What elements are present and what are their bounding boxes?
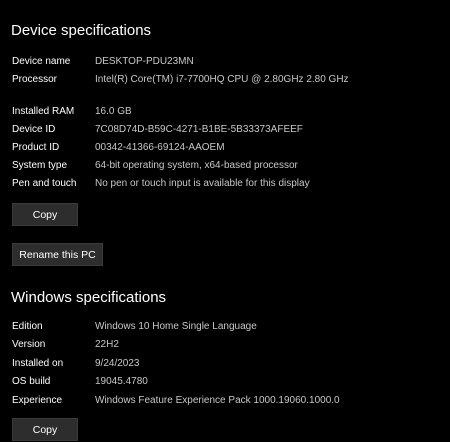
spec-value: Windows 10 Home Single Language [95,321,257,332]
spec-value: Intel(R) Core(TM) i7-7700HQ CPU @ 2.80GH… [95,74,349,85]
spec-label: OS build [12,376,51,387]
spec-value: 00342-41366-69124-AAOEM [95,142,225,153]
spec-value: 7C08D74D-B59C-4271-B1BE-5B33373AFEEF [95,124,303,135]
spec-label: Product ID [12,142,60,153]
copy-device-specs-button[interactable]: Copy [12,203,78,226]
rename-pc-button[interactable]: Rename this PC [12,243,103,266]
device-specifications-heading: Device specifications [11,22,152,39]
spec-label: Pen and touch [12,178,77,189]
spec-label: Version [12,339,46,350]
spec-value: Windows Feature Experience Pack 1000.190… [95,395,340,406]
spec-label: Device ID [12,124,56,135]
spec-label: Device name [12,56,71,67]
spec-value: 16.0 GB [95,106,132,117]
copy-windows-specs-button[interactable]: Copy [12,418,78,441]
spec-label: Installed RAM [12,106,75,117]
spec-value: DESKTOP-PDU23MN [95,56,194,67]
windows-specifications-heading: Windows specifications [11,289,167,306]
spec-value: 22H2 [95,339,119,350]
spec-value: 9/24/2023 [95,358,140,369]
spec-label: System type [12,160,68,171]
spec-label: Edition [12,321,43,332]
spec-label: Installed on [12,358,64,369]
spec-value: 64-bit operating system, x64-based proce… [95,160,298,171]
spec-value: No pen or touch input is available for t… [95,178,310,189]
spec-value: 19045.4780 [95,376,148,387]
spec-label: Experience [12,395,63,406]
spec-label: Processor [12,74,58,85]
